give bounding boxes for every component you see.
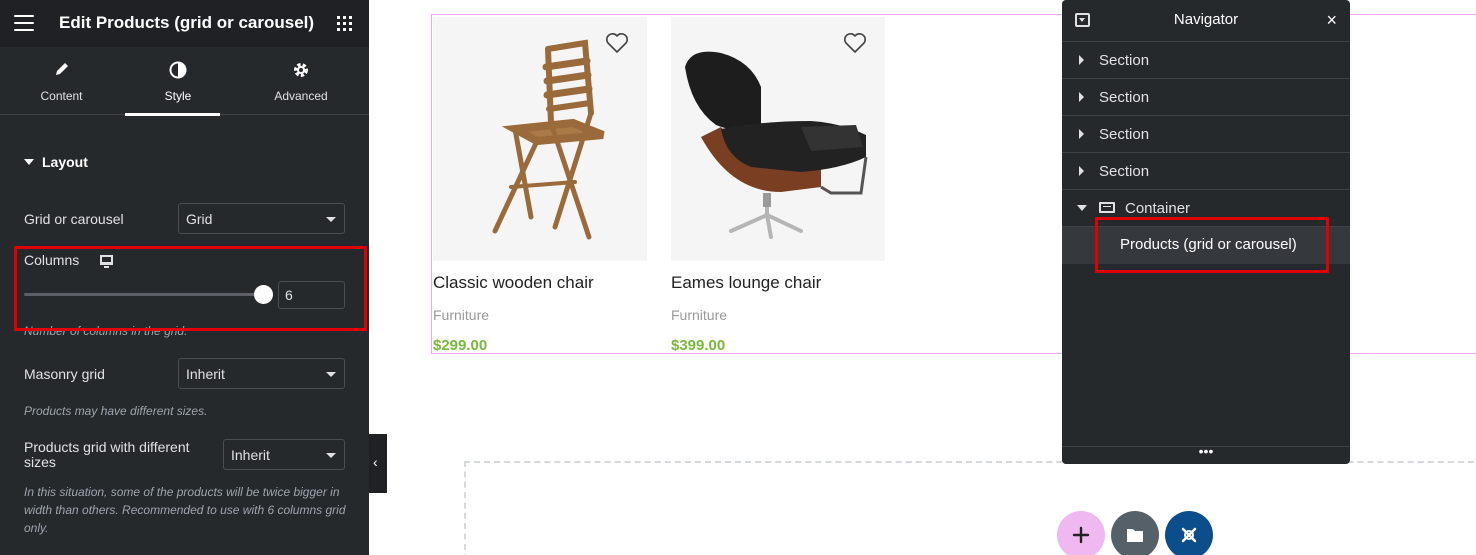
product-card[interactable]: Classic wooden chair Furniture $299.00 [433, 17, 647, 354]
chevron-down-icon [326, 217, 336, 222]
plus-icon [1072, 526, 1090, 544]
chevron-right-icon[interactable] [1079, 92, 1084, 102]
apps-grid-icon[interactable] [337, 16, 352, 31]
navigator-title: Navigator [1173, 11, 1239, 28]
masonry-grid-select[interactable]: Inherit [178, 358, 345, 389]
container-icon [1099, 202, 1115, 213]
highlight-columns-box [14, 246, 367, 331]
xstore-studio-button[interactable] [1165, 511, 1213, 555]
panel-title: Edit Products (grid or carousel) [59, 13, 315, 32]
tab-advanced[interactable]: Advanced [233, 47, 369, 115]
chevron-left-icon: ‹ [373, 454, 378, 470]
tab-content[interactable]: Content [0, 47, 123, 115]
chevron-right-icon[interactable] [1079, 55, 1084, 65]
navigator-item-label: Section [1099, 163, 1150, 180]
add-section-button[interactable] [1057, 511, 1105, 555]
select-value: Grid [186, 211, 213, 227]
product-title[interactable]: Classic wooden chair [433, 273, 673, 293]
heart-icon[interactable] [605, 32, 629, 54]
select-value: Inherit [186, 366, 225, 382]
navigator-item-section[interactable]: Section [1062, 153, 1350, 190]
folder-icon [1127, 529, 1143, 542]
chevron-down-icon [326, 372, 336, 377]
navigator-item-section[interactable]: Section [1062, 116, 1350, 153]
chevron-down-icon [326, 453, 336, 458]
xstore-icon [1181, 527, 1197, 543]
tab-label: Content [40, 89, 83, 103]
layout-section-toggle[interactable]: Layout [24, 154, 88, 170]
navigator-item-label: Section [1099, 126, 1150, 143]
highlight-products-box [1095, 217, 1329, 273]
product-price: $399.00 [671, 337, 726, 354]
different-sizes-label: Products grid with different sizes [24, 439, 190, 470]
navigator-item-label: Container [1125, 200, 1191, 217]
pencil-icon [54, 61, 70, 81]
tab-label: Advanced [274, 89, 328, 103]
gear-icon [292, 61, 310, 83]
heart-icon[interactable] [843, 32, 867, 54]
caret-down-icon [24, 159, 34, 165]
chevron-right-icon[interactable] [1079, 166, 1084, 176]
chevron-right-icon[interactable] [1079, 129, 1084, 139]
menu-icon[interactable] [14, 15, 34, 31]
masonry-hint: Products may have different sizes. [24, 404, 208, 418]
product-image[interactable] [671, 17, 885, 261]
navigator-item-label: Section [1099, 52, 1150, 69]
tab-label: Style [164, 89, 192, 103]
collapse-panel-button[interactable]: ‹ [369, 434, 387, 493]
tab-style[interactable]: Style [123, 47, 233, 116]
product-category[interactable]: Furniture [433, 307, 489, 323]
navigator-header[interactable]: Navigator × [1062, 0, 1350, 42]
section-title: Layout [42, 154, 88, 170]
masonry-grid-label: Masonry grid [24, 366, 105, 382]
product-title[interactable]: Eames lounge chair [671, 273, 911, 293]
navigator-item-section[interactable]: Section [1062, 42, 1350, 79]
add-template-button[interactable] [1111, 511, 1159, 555]
navigator-item-label: Section [1099, 89, 1150, 106]
panel-tabs: Content Style Advanced [0, 47, 369, 116]
contrast-icon [169, 61, 187, 83]
close-icon[interactable]: × [1326, 10, 1337, 31]
navigator-resize-handle[interactable]: ••• [1062, 444, 1350, 464]
product-category[interactable]: Furniture [671, 307, 727, 323]
different-sizes-hint: In this situation, some of the products … [24, 485, 346, 535]
empty-drop-area[interactable] [464, 461, 1476, 555]
grid-or-carousel-label: Grid or carousel [24, 211, 124, 227]
select-value: Inherit [231, 447, 270, 463]
chevron-down-icon[interactable] [1077, 205, 1087, 211]
panel-header: Edit Products (grid or carousel) [0, 0, 369, 47]
product-card[interactable]: Eames lounge chair Furniture $399.00 [671, 17, 885, 354]
grid-or-carousel-select[interactable]: Grid [178, 203, 345, 234]
product-image[interactable] [433, 17, 647, 261]
product-price: $299.00 [433, 337, 488, 354]
navigator-item-section[interactable]: Section [1062, 79, 1350, 116]
different-sizes-select[interactable]: Inherit [223, 439, 345, 470]
